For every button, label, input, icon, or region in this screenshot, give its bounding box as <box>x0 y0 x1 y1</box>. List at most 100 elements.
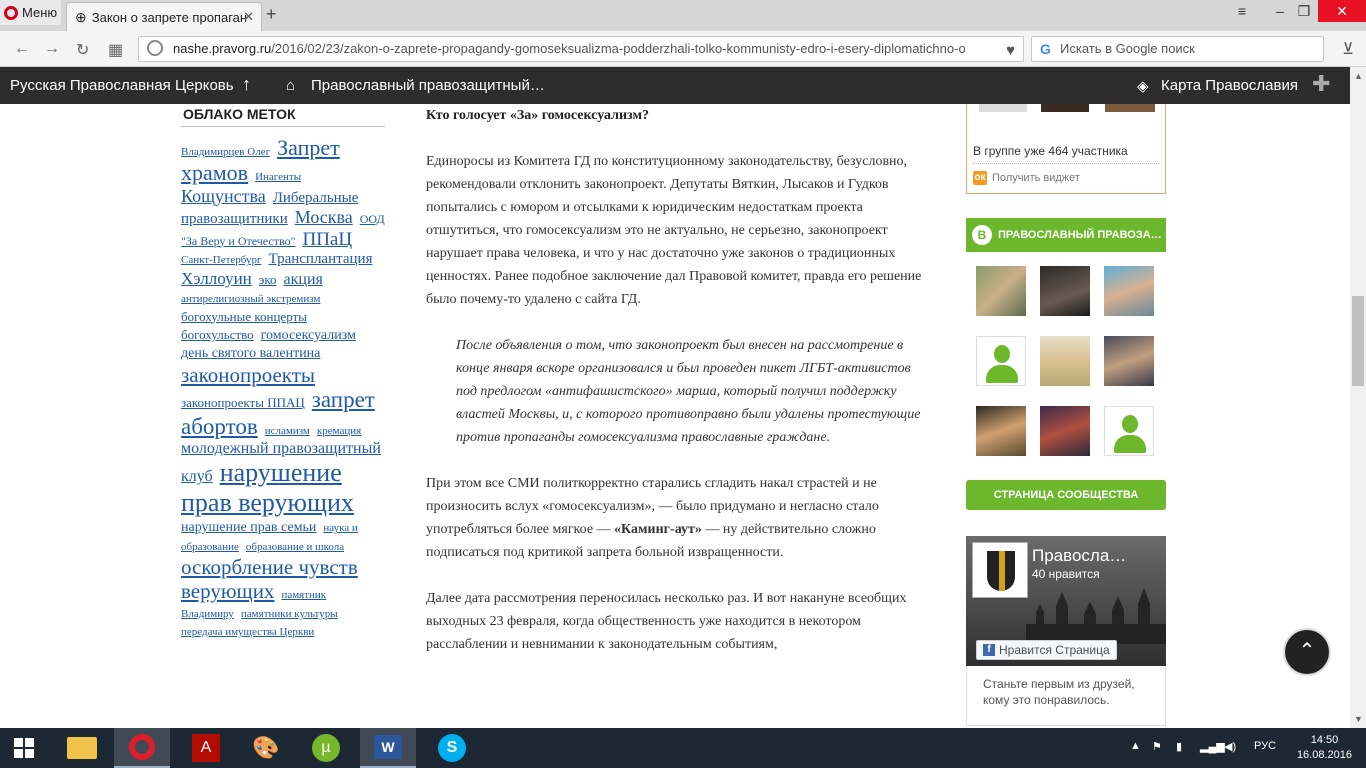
tag-link[interactable]: нарушение прав семьи <box>181 520 316 535</box>
tag-link[interactable]: богохульство <box>181 327 254 342</box>
tag-link[interactable]: Кощунства <box>181 186 266 206</box>
scroll-thumb[interactable] <box>1352 296 1364 386</box>
bookmarks-bar: Русская Православная Церковь ↑ ⌂ Правосл… <box>0 67 1366 104</box>
file-explorer-icon[interactable] <box>54 728 110 768</box>
volume-icon[interactable]: ◀) <box>1224 740 1236 753</box>
downloads-icon[interactable]: ⊻ <box>1342 39 1354 59</box>
tag-cloud: Владимирцев Олег Запрет храмов Инагенты … <box>181 135 385 641</box>
windows-start-icon[interactable] <box>0 728 48 768</box>
site-info-icon[interactable] <box>147 40 163 56</box>
opera-taskbar-icon[interactable] <box>114 728 170 768</box>
tag-link[interactable]: антирелигиозный экстремизм <box>181 293 320 305</box>
fb-page-name[interactable]: Правосла… <box>1032 546 1126 566</box>
member-avatar[interactable] <box>1040 336 1090 386</box>
scroll-up-icon[interactable]: ▲ <box>1354 71 1363 81</box>
tag-link[interactable]: Хэллоуин <box>181 269 252 288</box>
ok-member-count: В группе уже 464 участника <box>973 144 1128 158</box>
tab-menu-icon[interactable]: ≡ <box>1228 0 1256 22</box>
member-photo[interactable] <box>1105 104 1155 112</box>
member-avatar[interactable] <box>976 406 1026 456</box>
restore-button[interactable]: ❐ <box>1292 0 1316 22</box>
system-clock[interactable]: 14:50 16.08.2016 <box>1297 733 1352 763</box>
article-paragraph: Далее дата рассмотрения переносилась нес… <box>426 591 907 652</box>
tag-link[interactable]: образование и школа <box>246 541 344 553</box>
tag-link[interactable]: Инагенты <box>255 171 301 183</box>
page-logo[interactable] <box>972 542 1028 598</box>
tag-link[interactable]: законопроекты ППАЦ <box>181 395 305 410</box>
skype-icon[interactable]: S <box>424 728 480 768</box>
tag-link[interactable]: день святого валентина <box>181 346 320 361</box>
new-tab-button[interactable]: + <box>266 4 277 25</box>
member-avatar-default[interactable] <box>976 336 1026 386</box>
facebook-page-widget: Правосла… 40 нравится f Нравится Страница <box>966 536 1166 666</box>
reload-icon[interactable]: ↻ <box>76 40 89 60</box>
speed-dial-icon[interactable]: ▦ <box>108 40 123 60</box>
member-avatar[interactable] <box>1104 336 1154 386</box>
windows-taskbar: A 🎨 µ W S ▲ ⚑ ▮ ▂▄▆ ◀) РУС 14:50 16.08.2… <box>0 728 1366 768</box>
map-icon[interactable]: ◈ <box>1137 77 1149 95</box>
member-avatar[interactable] <box>1040 266 1090 316</box>
fb-like-page-button[interactable]: f Нравится Страница <box>976 640 1117 660</box>
battery-icon[interactable]: ▮ <box>1176 740 1182 753</box>
search-field[interactable]: G Искать в Google поиск <box>1031 36 1324 62</box>
community-page-button[interactable]: СТРАНИЦА СООБЩЕСТВА <box>966 480 1166 510</box>
bookmark-karta[interactable]: Карта Православия <box>1161 77 1298 94</box>
tag-link[interactable]: акция <box>284 271 323 288</box>
tag-link[interactable]: оскорбление чувств верующих <box>181 555 358 603</box>
back-icon[interactable]: ← <box>14 40 30 58</box>
word-icon[interactable]: W <box>360 728 416 768</box>
member-photo[interactable] <box>1041 104 1089 112</box>
tag-link[interactable]: Санкт-Петербург <box>181 254 261 266</box>
add-bookmark-icon[interactable]: ✚ <box>1312 71 1330 97</box>
member-photo[interactable] <box>979 104 1027 112</box>
address-toolbar: ← → ↻ ▦ nashe.pravorg.ru/2016/02/23/zako… <box>0 31 1366 67</box>
tag-link[interactable]: передача имущества Церкви <box>181 626 314 638</box>
network-icon[interactable]: ▂▄▆ <box>1200 740 1225 753</box>
tab-title: Закон о запрете пропаган <box>91 9 248 25</box>
tag-link[interactable]: ППаЦ <box>302 229 352 250</box>
language-indicator[interactable]: РУС <box>1254 740 1276 752</box>
member-avatar[interactable] <box>1040 406 1090 456</box>
scroll-to-top-button[interactable]: ⌃ <box>1283 628 1331 676</box>
close-tab-icon[interactable]: ✕ <box>243 9 254 25</box>
tag-link[interactable]: Трансплантация <box>268 251 372 267</box>
tag-link[interactable]: Москва <box>295 207 353 227</box>
utorrent-icon[interactable]: µ <box>298 728 354 768</box>
article-quote: После объявления о том, что законопроект… <box>456 338 921 445</box>
kremlin-cover-image <box>1026 588 1166 644</box>
vk-widget-header[interactable]: B ПРАВОСЛАВНЫЙ ПРАВОЗА… <box>966 218 1166 252</box>
bookmark-heart-icon[interactable]: ♥ <box>1006 39 1015 61</box>
flag-icon[interactable]: ⚑ <box>1152 740 1162 753</box>
tag-link[interactable]: законопроекты <box>181 363 315 387</box>
person-silhouette-icon <box>1122 415 1138 433</box>
tag-link[interactable]: Владимирцев Олег <box>181 146 270 158</box>
tag-link[interactable]: гомосексуализм <box>261 328 356 343</box>
tag-link[interactable]: богохульные концерты <box>181 309 307 324</box>
tag-link[interactable]: эко <box>259 272 277 287</box>
article-paragraph: При этом все СМИ политкорректно старалис… <box>426 472 926 564</box>
tag-link[interactable]: памятники культуры <box>241 608 338 620</box>
opera-menu-button[interactable]: Меню <box>0 0 61 25</box>
paint-icon[interactable]: 🎨 <box>238 728 294 768</box>
active-tab[interactable]: ⊕ Закон о запрете пропаган ✕ <box>66 2 262 31</box>
minimize-button[interactable]: – <box>1268 0 1292 22</box>
address-field[interactable]: nashe.pravorg.ru/2016/02/23/zakon-o-zapr… <box>138 36 1024 62</box>
up-arrow-icon[interactable]: ↑ <box>242 74 251 95</box>
tag-link[interactable]: кремация <box>317 425 361 437</box>
page-scrollbar[interactable]: ▲ ▼ <box>1350 67 1366 728</box>
tag-link[interactable]: исламизм <box>265 425 310 437</box>
close-window-button[interactable]: ✕ <box>1318 0 1366 22</box>
get-widget-link[interactable]: ок Получить виджет <box>973 171 1080 185</box>
scroll-down-icon[interactable]: ▼ <box>1354 714 1363 724</box>
bookmark-rpc[interactable]: Русская Православная Церковь <box>10 77 234 94</box>
acrobat-icon[interactable]: A <box>178 728 234 768</box>
tag-link[interactable]: памятник <box>281 589 326 601</box>
home-icon[interactable]: ⌂ <box>286 77 295 94</box>
forward-icon[interactable]: → <box>44 40 60 58</box>
tag-link[interactable]: Владимиру <box>181 608 234 620</box>
member-avatar-default[interactable] <box>1104 406 1154 456</box>
member-avatar[interactable] <box>1104 266 1154 316</box>
bookmark-pravozashchitny[interactable]: Православный правозащитный… <box>311 77 545 94</box>
member-avatar[interactable] <box>976 266 1026 316</box>
tray-expand-icon[interactable]: ▲ <box>1130 740 1141 752</box>
